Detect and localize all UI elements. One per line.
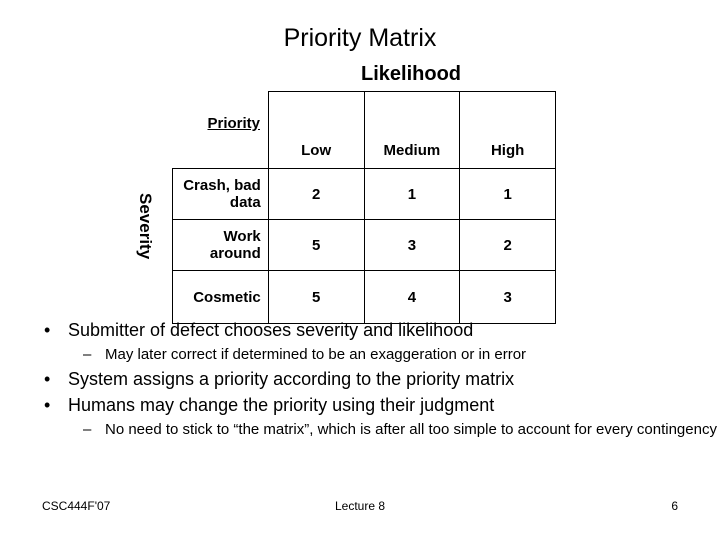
bullet-marker-icon: •: [44, 369, 51, 389]
row-label-crash: Crash, bad data: [172, 168, 269, 220]
slide-body: • Submitter of defect chooses severity a…: [0, 318, 720, 442]
priority-matrix: Likelihood Priority Severity Low Medium …: [0, 62, 720, 324]
bullet-text-3: Humans may change the priority using the…: [68, 395, 495, 415]
column-header-low: Low: [267, 91, 365, 169]
column-header-high: High: [459, 91, 556, 169]
cell-workaround-low: 5: [267, 219, 365, 271]
cell-crash-low: 2: [267, 168, 365, 220]
footer-lecture-title: Lecture 8: [334, 499, 386, 513]
likelihood-axis-label: Likelihood: [361, 63, 461, 85]
row-label-cosmetic: Cosmetic: [172, 270, 269, 324]
cell-crash-medium: 1: [363, 168, 461, 220]
footer-page-number: 6: [671, 499, 678, 513]
table-row: Work around 5 3 2: [172, 219, 556, 271]
bullet-text-1-sub: May later correct if determined to be an…: [105, 346, 527, 363]
dash-marker-icon: –: [83, 421, 92, 438]
table-corner-cell: [173, 92, 269, 169]
bullet-text-2: System assigns a priority according to t…: [68, 369, 515, 389]
slide-footer: CSC444F'07 Lecture 8 6: [0, 498, 720, 514]
bullet-text-3-sub: No need to stick to “the matrix”, which …: [105, 421, 717, 438]
table-row: Crash, bad data 2 1 1: [172, 168, 556, 220]
cell-cosmetic-medium: 4: [363, 270, 461, 324]
cell-cosmetic-low: 5: [267, 270, 365, 324]
bullet-marker-icon: •: [44, 320, 51, 340]
bullet-item-2: • System assigns a priority according to…: [0, 367, 720, 392]
column-header-medium: Medium: [363, 91, 461, 169]
page-title: Priority Matrix: [283, 24, 437, 52]
cell-workaround-high: 2: [459, 219, 556, 271]
matrix-table: Low Medium High Crash, bad data 2 1 1 Wo…: [172, 91, 556, 324]
table-header-row: Low Medium High: [173, 91, 556, 169]
bullet-item-1-sub: – May later correct if determined to be …: [0, 344, 720, 365]
dash-marker-icon: –: [83, 346, 92, 363]
cell-cosmetic-high: 3: [459, 270, 556, 324]
bullet-item-1: • Submitter of defect chooses severity a…: [0, 318, 720, 343]
cell-workaround-medium: 3: [363, 219, 461, 271]
bullet-text-1: Submitter of defect chooses severity and…: [68, 320, 474, 340]
bullet-item-3: • Humans may change the priority using t…: [0, 393, 720, 418]
bullet-item-3-sub: – No need to stick to “the matrix”, whic…: [0, 419, 720, 440]
severity-axis-label: Severity: [136, 193, 155, 260]
cell-crash-high: 1: [459, 168, 556, 220]
row-label-workaround: Work around: [172, 219, 269, 271]
bullet-marker-icon: •: [44, 395, 51, 415]
table-row: Cosmetic 5 4 3: [172, 270, 556, 324]
